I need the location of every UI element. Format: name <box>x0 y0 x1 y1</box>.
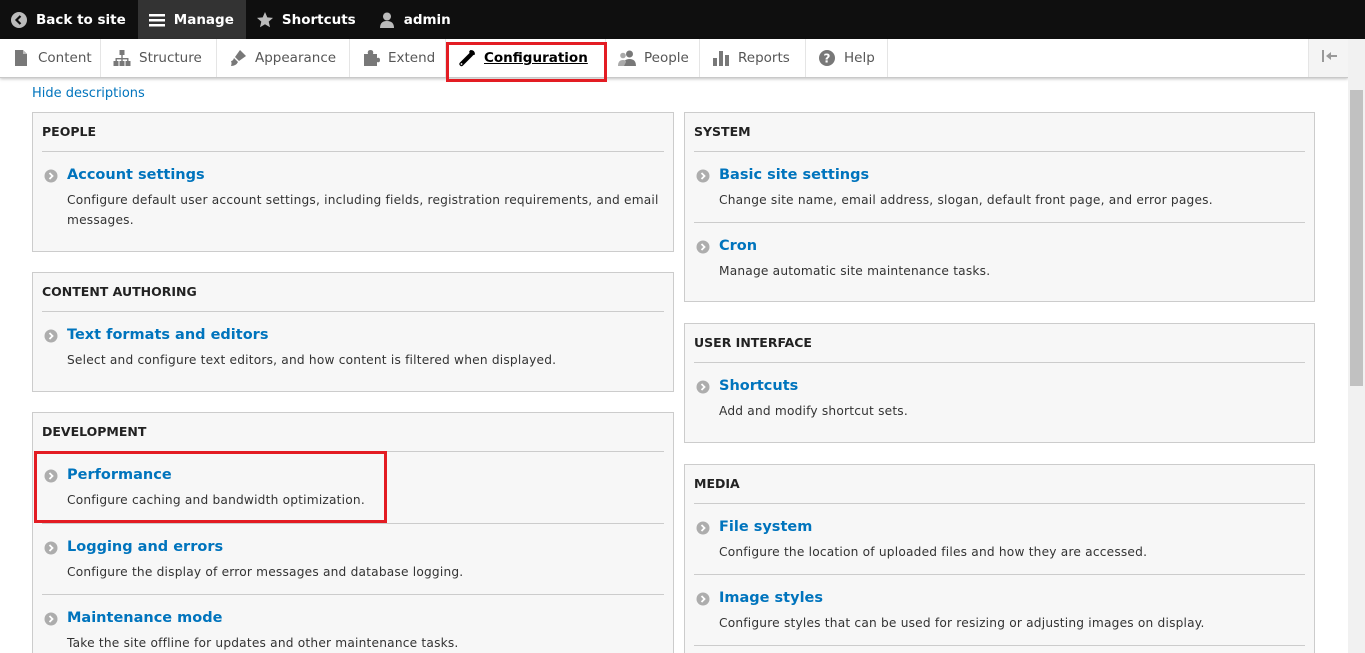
entry-description: Take the site offline for updates and ot… <box>67 636 459 650</box>
tab-reports-label: Reports <box>738 50 790 66</box>
tray-orientation-toggle[interactable] <box>1308 39 1348 77</box>
panel-user-interface: USER INTERFACE Shortcuts Add and modify … <box>684 323 1315 443</box>
image-styles-link[interactable]: Image styles <box>719 590 823 606</box>
tab-content[interactable]: Content <box>0 39 101 77</box>
logging-errors-link[interactable]: Logging and errors <box>67 539 223 555</box>
arrow-left-circle-icon <box>10 11 28 29</box>
file-system-link[interactable]: File system <box>719 519 812 535</box>
collapse-left-icon <box>1320 47 1338 69</box>
admin-entry: Text formats and editors Select and conf… <box>42 327 664 367</box>
shortcuts-tab[interactable]: Shortcuts <box>246 0 368 39</box>
entry-description: Configure styles that can be used for re… <box>719 616 1205 630</box>
tab-structure-label: Structure <box>139 50 202 66</box>
tab-people-label: People <box>644 50 689 66</box>
chevron-circle-icon <box>44 169 58 183</box>
chevron-circle-icon <box>696 521 710 535</box>
scrollbar-thumb[interactable] <box>1350 90 1363 386</box>
entry-description: Select and configure text editors, and h… <box>67 353 557 367</box>
puzzle-icon <box>362 49 380 67</box>
admin-toolbar: Back to site Manage Shortcuts admin <box>0 0 1365 39</box>
hide-descriptions-link[interactable]: Hide descriptions <box>32 86 145 101</box>
panel-development: DEVELOPMENT Performance Configure cachin… <box>32 412 674 653</box>
sitemap-icon <box>113 49 131 67</box>
people-icon <box>618 49 636 67</box>
wrench-icon <box>458 49 476 67</box>
chevron-circle-icon <box>44 329 58 343</box>
panel-title: DEVELOPMENT <box>42 424 147 439</box>
manage-label: Manage <box>173 11 234 28</box>
text-formats-link[interactable]: Text formats and editors <box>67 327 268 343</box>
entry-description: Manage automatic site maintenance tasks. <box>719 264 991 278</box>
panel-title: PEOPLE <box>42 124 96 139</box>
shortcuts-link[interactable]: Shortcuts <box>719 378 798 394</box>
tab-structure[interactable]: Structure <box>101 39 217 77</box>
tab-content-label: Content <box>38 50 92 66</box>
tab-configuration-label: Configuration <box>484 50 588 66</box>
brush-icon <box>229 49 247 67</box>
back-to-site-label: Back to site <box>36 11 126 28</box>
tab-extend[interactable]: Extend <box>350 39 446 77</box>
user-tab[interactable]: admin <box>368 0 463 39</box>
performance-link[interactable]: Performance <box>67 467 172 483</box>
entry-description: Configure the location of uploaded files… <box>719 545 1148 559</box>
admin-tray: Content Structure Appearance Extend Conf… <box>0 39 1348 78</box>
star-icon <box>256 11 274 29</box>
admin-entry: Performance Configure caching and bandwi… <box>42 467 664 507</box>
admin-entry: Image styles Configure styles that can b… <box>694 590 1305 630</box>
admin-entry: Logging and errors Configure the display… <box>42 539 664 579</box>
entry-description: Configure default user account settings,… <box>67 193 659 227</box>
admin-entry: Account settings Configure default user … <box>42 167 664 227</box>
entry-description: Change site name, email address, slogan,… <box>719 193 1213 207</box>
entry-description: Add and modify shortcut sets. <box>719 404 908 418</box>
chevron-circle-icon <box>44 469 58 483</box>
chevron-circle-icon <box>696 169 710 183</box>
admin-entry: Maintenance mode Take the site offline f… <box>42 610 664 650</box>
help-icon: ? <box>818 49 836 67</box>
back-to-site-link[interactable]: Back to site <box>0 0 138 39</box>
panel-title: USER INTERFACE <box>694 335 812 350</box>
tab-configuration[interactable]: Configuration <box>446 39 606 77</box>
panel-title: MEDIA <box>694 476 740 491</box>
maintenance-mode-link[interactable]: Maintenance mode <box>67 610 222 626</box>
hamburger-icon <box>148 11 166 29</box>
chevron-circle-icon <box>44 541 58 555</box>
panel-media: MEDIA File system Configure the location… <box>684 464 1315 653</box>
user-label: admin <box>403 11 451 28</box>
cron-link[interactable]: Cron <box>719 238 757 254</box>
entry-description: Configure caching and bandwidth optimiza… <box>67 493 365 507</box>
tab-help[interactable]: ? Help <box>806 39 888 77</box>
tab-help-label: Help <box>844 50 875 66</box>
admin-entry: Shortcuts Add and modify shortcut sets. <box>694 378 1305 418</box>
manage-tab[interactable]: Manage <box>137 0 246 39</box>
page-icon <box>12 49 30 67</box>
shortcuts-label: Shortcuts <box>281 11 356 28</box>
svg-text:?: ? <box>824 52 831 66</box>
panel-system: SYSTEM Basic site settings Change site n… <box>684 112 1315 302</box>
admin-entry: File system Configure the location of up… <box>694 519 1305 559</box>
panel-people: PEOPLE Account settings Configure defaul… <box>32 112 674 252</box>
chevron-circle-icon <box>44 612 58 626</box>
tab-people[interactable]: People <box>606 39 700 77</box>
panel-content-authoring: CONTENT AUTHORING Text formats and edito… <box>32 272 674 392</box>
chevron-circle-icon <box>696 240 710 254</box>
panel-title: CONTENT AUTHORING <box>42 284 197 299</box>
tab-reports[interactable]: Reports <box>700 39 806 77</box>
tab-appearance[interactable]: Appearance <box>217 39 350 77</box>
bar-chart-icon <box>712 49 730 67</box>
basic-site-settings-link[interactable]: Basic site settings <box>719 167 869 183</box>
entry-description: Configure the display of error messages … <box>67 565 464 579</box>
admin-entry: Cron Manage automatic site maintenance t… <box>694 238 1305 278</box>
tab-appearance-label: Appearance <box>255 50 337 66</box>
panel-title: SYSTEM <box>694 124 751 139</box>
tab-extend-label: Extend <box>388 50 436 66</box>
account-settings-link[interactable]: Account settings <box>67 167 205 183</box>
chevron-circle-icon <box>696 380 710 394</box>
user-icon <box>378 11 396 29</box>
chevron-circle-icon <box>696 592 710 606</box>
admin-entry: Basic site settings Change site name, em… <box>694 167 1305 207</box>
